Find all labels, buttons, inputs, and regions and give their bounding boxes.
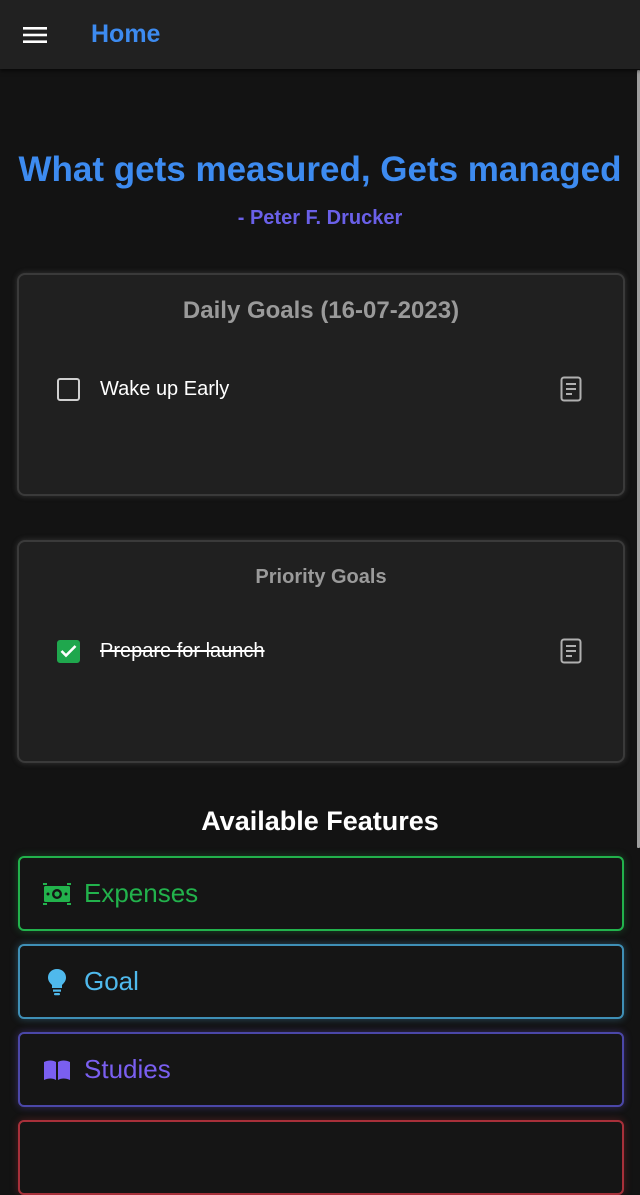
feature-label: Expenses xyxy=(84,878,199,908)
note-icon[interactable] xyxy=(559,637,583,665)
goal-checkbox[interactable] xyxy=(57,639,80,663)
studies-button[interactable]: Studies xyxy=(18,1032,624,1107)
page-title: Home xyxy=(91,20,161,48)
book-icon xyxy=(42,1055,72,1085)
goal-label: Prepare for launch xyxy=(100,639,265,662)
quote-author: - Peter F. Drucker xyxy=(237,207,403,229)
feature-label: Goal xyxy=(84,966,139,996)
feature-button-partial[interactable] xyxy=(18,1120,624,1195)
daily-goals-title: Daily Goals (16-07-2023) xyxy=(182,297,460,324)
goal-checkbox[interactable] xyxy=(57,377,80,401)
app-bar: Home xyxy=(0,0,640,69)
hamburger-menu-icon xyxy=(23,26,47,43)
expenses-button[interactable]: Expenses xyxy=(18,856,624,931)
daily-goals-card: Daily Goals (16-07-2023) Wake up Early xyxy=(17,273,625,496)
goal-label: Wake up Early xyxy=(100,377,230,400)
quote-text: What gets measured, Gets managed xyxy=(18,150,622,189)
lightbulb-icon xyxy=(42,967,72,997)
menu-button[interactable] xyxy=(0,0,70,69)
goal-item: Wake up Early xyxy=(57,373,583,405)
goal-button[interactable]: Goal xyxy=(18,944,624,1019)
feature-label: Studies xyxy=(84,1054,171,1084)
goal-item: Prepare for launch xyxy=(57,635,583,667)
priority-goals-title: Priority Goals xyxy=(255,566,387,588)
features-title: Available Features xyxy=(201,806,439,836)
checkmark-icon xyxy=(60,645,77,658)
priority-goals-card: Priority Goals Prepare for launch xyxy=(17,540,625,763)
money-icon xyxy=(42,879,72,909)
note-icon[interactable] xyxy=(559,375,583,403)
